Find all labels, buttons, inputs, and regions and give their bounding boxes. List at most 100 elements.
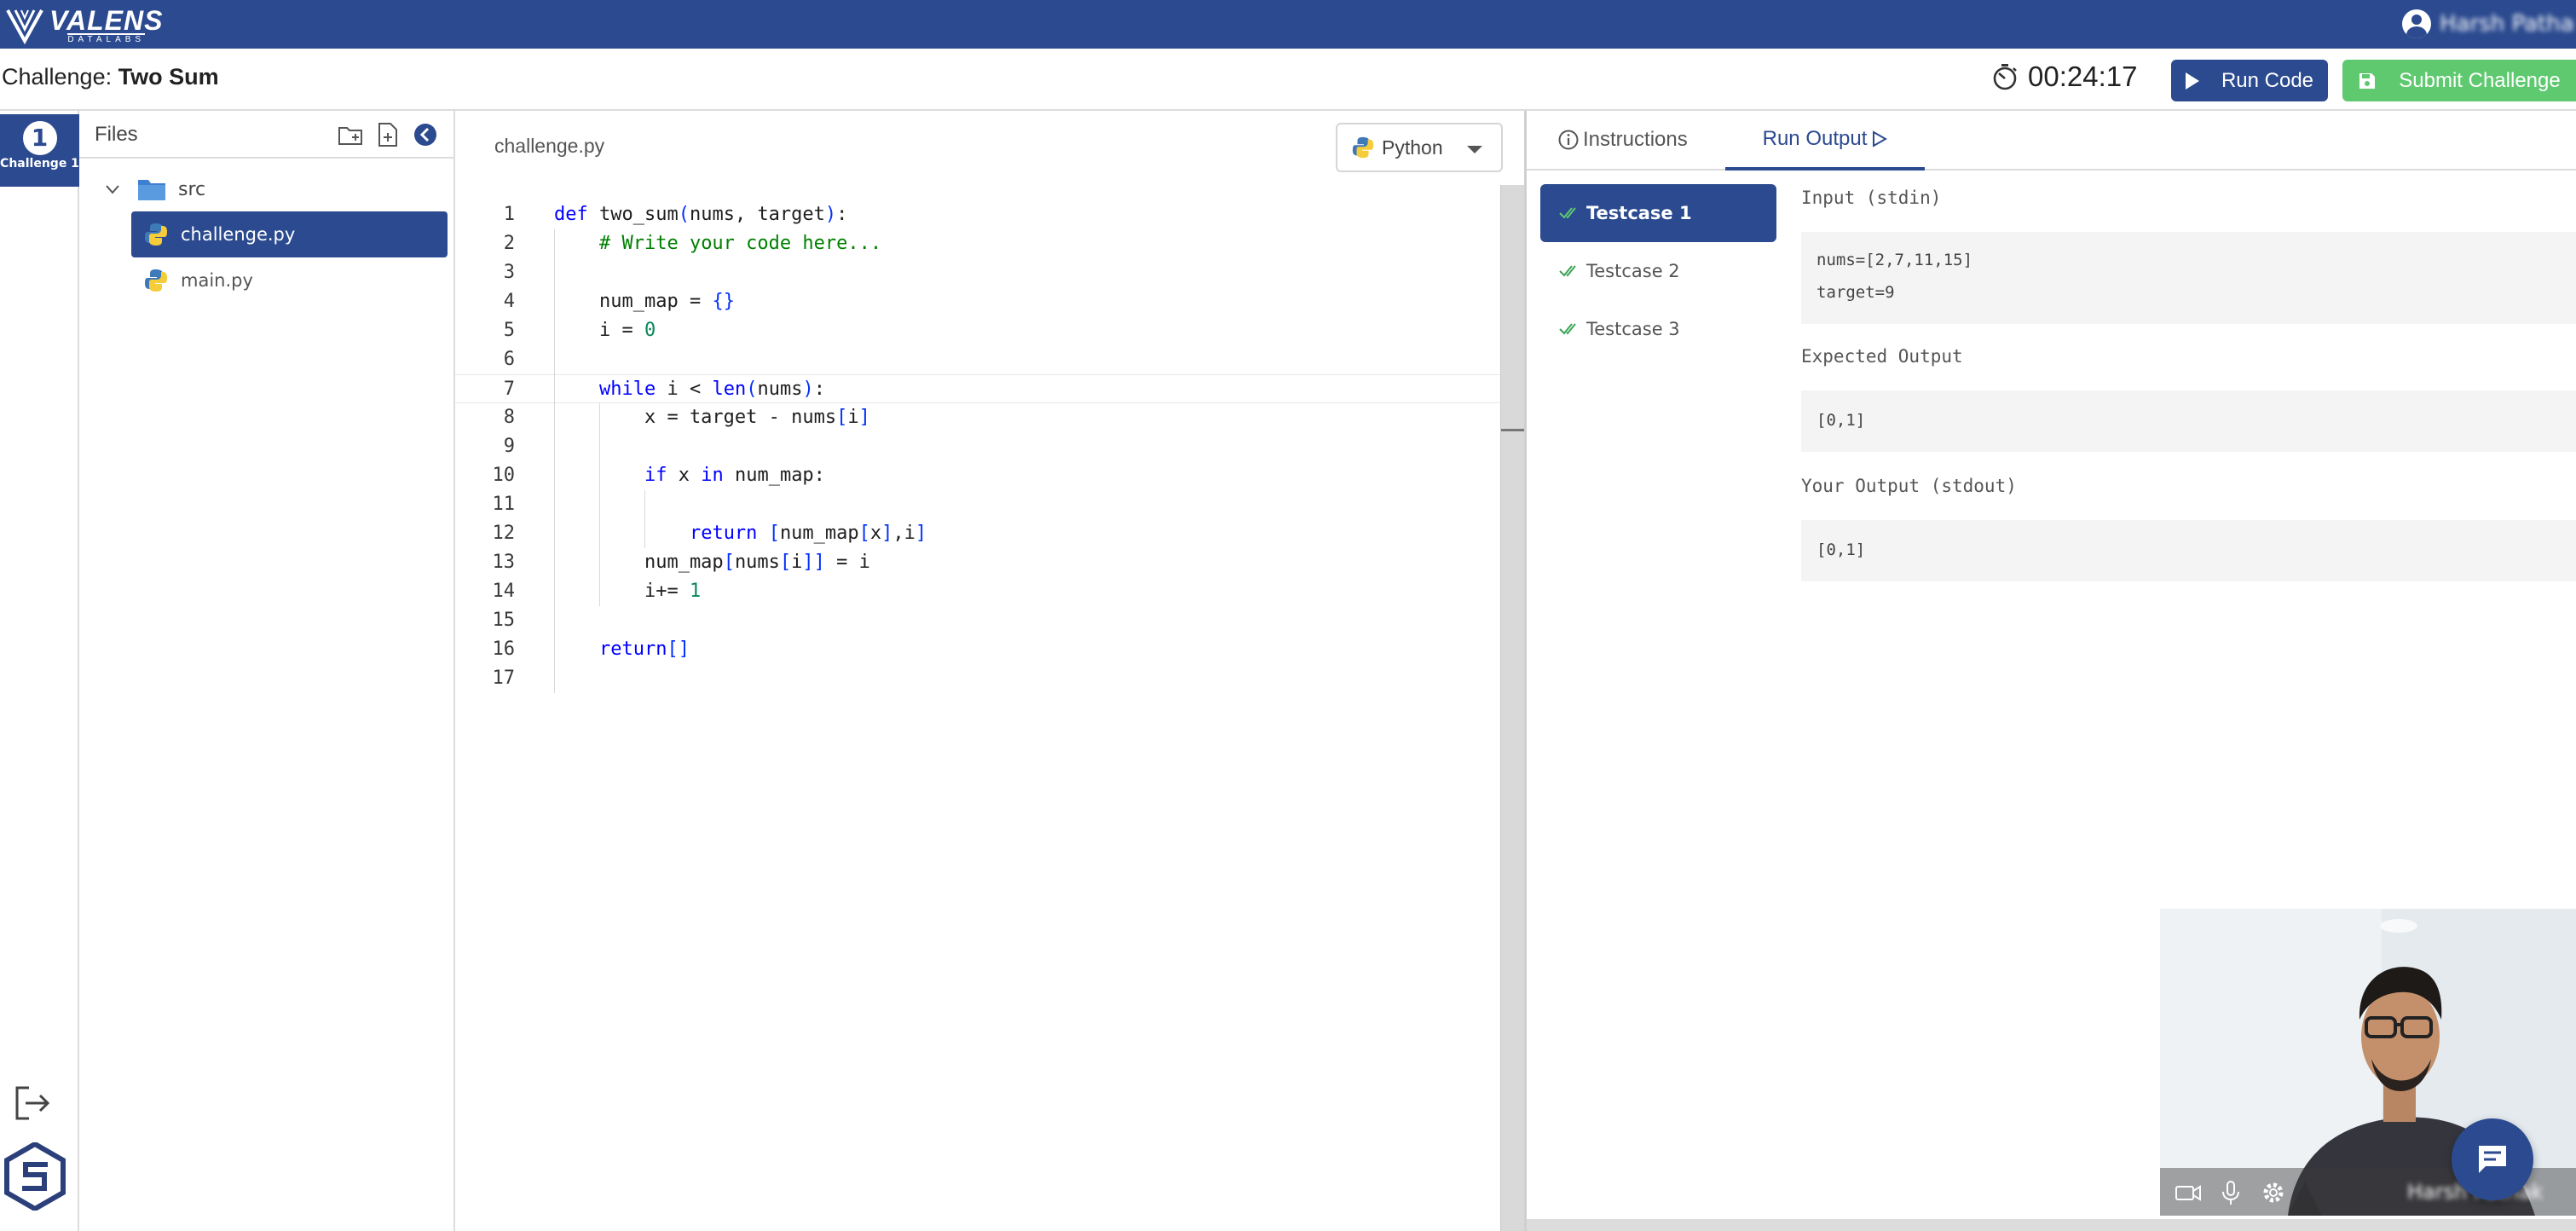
line-number: 17 [492,668,516,689]
code-line[interactable]: 12 return [num_map[x],i] [455,519,1500,548]
line-number: 5 [503,320,515,341]
line-number: 9 [503,436,515,457]
timer: 00:24:17 [1990,61,2137,93]
timer-value: 00:24:17 [2028,61,2138,92]
editor-file-tab[interactable]: challenge.py [494,135,604,158]
line-number: 1 [503,204,515,225]
line-number: 10 [492,465,516,486]
code-line[interactable]: 9 [455,432,1500,461]
files-panel: Files src challenge.py main.py [79,111,455,1231]
code-line[interactable]: 7 while i < len(nums): [455,374,1500,403]
code-text: if x in num_map: [644,465,825,486]
valens-logo[interactable]: VALENS DATALABS [5,7,163,44]
code-text: while i < len(nums): [598,379,825,400]
user-avatar-icon [2402,9,2431,38]
settings-gear-icon[interactable] [2259,1178,2288,1207]
input-label: Input (stdin) [1801,188,1942,208]
double-check-icon [1559,265,1576,277]
code-line[interactable]: 3 [455,258,1500,287]
code-line[interactable]: 8 x = target - nums[i] [455,403,1500,432]
challenge-header: Challenge: Two Sum 00:24:17 Run Code Sub… [0,49,2576,111]
new-folder-icon[interactable] [337,121,364,148]
scroll-marker [1501,429,1525,431]
code-line[interactable]: 15 [455,606,1500,635]
code-line[interactable]: 14 i+= 1 [455,577,1500,606]
microphone-icon[interactable] [2216,1178,2245,1207]
top-bar: VALENS DATALABS Harsh Pathak [0,0,2576,49]
challenge-number: 1 [22,121,57,155]
double-check-icon [1559,323,1576,335]
testcase-label: Testcase 2 [1586,261,1680,281]
code-text: i = 0 [554,320,656,341]
code-line[interactable]: 6 [455,345,1500,374]
panel-scrollbar[interactable] [1527,1219,2576,1231]
run-code-label: Run Code [2221,68,2314,92]
file-item-main[interactable]: main.py [131,257,448,303]
testcase-label: Testcase 3 [1586,319,1680,339]
files-header: Files [79,111,453,159]
timer-icon [1993,64,2017,90]
code-text: num_map[nums[i]] = i [554,552,870,573]
line-number: 4 [503,291,515,312]
chat-button[interactable] [2452,1118,2533,1200]
python-file-icon [145,223,167,246]
folder-src[interactable]: src [103,172,205,206]
line-number: 7 [503,379,515,400]
code-line[interactable]: 5 i = 0 [455,316,1500,345]
challenge-prefix: Challenge: [2,64,113,90]
folder-icon [138,180,165,200]
file-label: main.py [181,270,253,291]
indent-guide [599,403,600,606]
code-line[interactable]: 13 num_map[nums[i]] = i [455,548,1500,577]
play-outline-icon [1873,130,1888,147]
line-number: 2 [503,233,515,254]
line-number: 3 [503,262,515,283]
python-icon [1352,136,1374,159]
panel-tabs: Instructions Run Output [1527,111,2576,170]
new-file-icon[interactable] [374,121,401,148]
chat-icon [2479,1146,2506,1173]
line-number: 14 [492,581,516,602]
run-code-button[interactable]: Run Code [2171,60,2328,101]
code-line[interactable]: 4 num_map = {} [455,287,1500,316]
submit-challenge-button[interactable]: Submit Challenge [2342,60,2576,101]
expected-output-box: [0,1] [1801,390,2576,452]
file-item-challenge[interactable]: challenge.py [131,211,448,257]
video-camera-icon[interactable] [2174,1178,2203,1207]
line-number: 13 [492,552,516,573]
code-line[interactable]: 16 return[] [455,635,1500,664]
valens-logo-icon [6,9,43,44]
caret-down-icon [1467,146,1482,153]
code-line[interactable]: 10 if x in num_map: [455,461,1500,490]
editor-scrollbar[interactable] [1500,185,1525,1231]
code-line[interactable]: 2 # Write your code here... [455,229,1500,258]
files-title: Files [95,123,138,146]
collapse-panel-icon[interactable] [412,121,439,148]
folder-label: src [178,178,206,200]
user-menu[interactable]: Harsh Pathak [2402,7,2576,41]
language-label: Python [1382,136,1443,159]
your-output-box: [0,1] [1801,520,2576,581]
line-number: 8 [503,407,515,428]
input-value: nums=[2,7,11,15] target=9 [1816,251,1973,302]
code-line[interactable]: 1 def two_sum(nums, target): [455,200,1500,229]
line-number: 16 [492,639,516,660]
python-file-icon [145,269,167,292]
testcase-3[interactable]: Testcase 3 [1540,300,1776,358]
challenge-name: Two Sum [118,64,219,90]
tab-instructions[interactable]: Instructions [1557,128,1688,152]
language-select[interactable]: Python [1336,123,1503,172]
code-line[interactable]: 17 [455,664,1500,693]
logout-icon[interactable] [12,1083,53,1124]
code-text: num_map = {} [554,291,735,312]
rail-challenge-1[interactable]: 1 Challenge 1 [0,114,79,187]
code-line[interactable]: 11 [455,490,1500,519]
chevron-down-icon [106,185,119,194]
code-text: i+= 1 [554,581,702,602]
tab-run-output[interactable]: Run Output [1725,111,1925,170]
your-output-label: Your Output (stdout) [1801,476,2017,496]
line-number: 15 [492,610,516,631]
testcase-2[interactable]: Testcase 2 [1540,242,1776,300]
logo-wordmark: VALENS [49,4,164,36]
testcase-1[interactable]: Testcase 1 [1540,184,1776,242]
